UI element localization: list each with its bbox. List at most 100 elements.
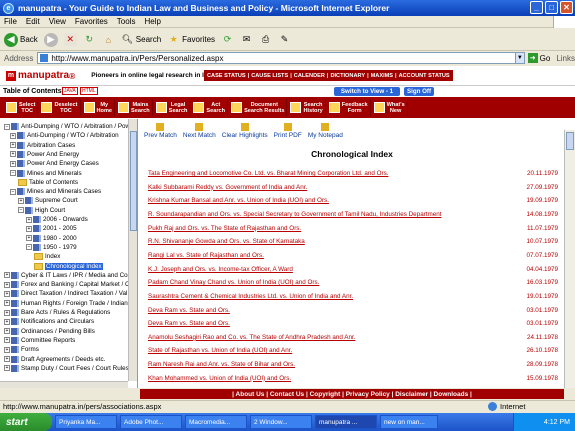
collapse-icon[interactable]: −	[4, 123, 10, 130]
expand-icon[interactable]: +	[4, 290, 10, 297]
tree-item[interactable]: + Notifications and Circulars	[4, 317, 94, 326]
expand-icon[interactable]: +	[4, 281, 10, 288]
topnav-calender[interactable]: CALENDER	[294, 73, 325, 79]
favorites-button[interactable]: ★ Favorites	[167, 33, 215, 46]
case-link[interactable]: Deva Ram vs. State and Ors.	[148, 307, 230, 314]
tree-item[interactable]: −1950 - 1979	[26, 243, 77, 252]
taskbar-button[interactable]: new on man...	[380, 415, 438, 429]
case-link[interactable]: Rangi Lal vs. State of Rajasthan and Ors…	[148, 252, 264, 259]
tree-item[interactable]: + Committee Reports	[4, 336, 75, 345]
collapse-icon[interactable]: −	[10, 170, 16, 176]
tree-item[interactable]: + Ordinances / Pending Bills	[4, 327, 95, 336]
tree-item[interactable]: +1980 - 2000	[26, 234, 77, 243]
tool-print-pdf[interactable]: Print PDF	[274, 123, 302, 139]
case-link[interactable]: Krishna Kumar Bansal and Anr. vs. Union …	[148, 197, 329, 204]
tool-prev-match[interactable]: Prev Match	[144, 123, 177, 139]
expand-icon[interactable]: +	[4, 272, 10, 279]
sign-off-button[interactable]: Sign Off	[404, 87, 434, 96]
menu-favorites[interactable]: Favorites	[75, 17, 108, 26]
nav-select-toc[interactable]: Select TOC	[4, 99, 39, 116]
case-link[interactable]: R. Soundarapandian and Ors. vs. Special …	[148, 211, 442, 218]
manupatra-logo[interactable]: m manupatra ®	[0, 70, 75, 81]
nav-mains-search[interactable]: Mains Search	[116, 99, 153, 116]
tree-item[interactable]: + Direct Taxation / Indirect Taxation / V…	[4, 289, 127, 298]
tree-item[interactable]: + Forms	[4, 345, 39, 354]
tree-item[interactable]: + Forex and Banking / Capital Market / Co	[4, 280, 133, 289]
taskbar-button[interactable]: manupatra ...	[315, 415, 377, 429]
close-button[interactable]: ✕	[560, 1, 573, 14]
site-footer[interactable]: | About Us | Contact Us | Copyright | Pr…	[140, 389, 564, 399]
address-input[interactable]: http://www.manupatra.in/Pers/Personalize…	[37, 52, 517, 64]
minimize-button[interactable]: _	[530, 1, 543, 14]
stop-icon[interactable]: ✕	[63, 33, 77, 46]
start-button[interactable]: start	[0, 413, 52, 431]
expand-icon[interactable]: +	[26, 235, 32, 242]
tree-item[interactable]: + Power And Energy Cases	[10, 159, 99, 168]
mail-icon[interactable]: ✉	[240, 33, 253, 46]
case-link[interactable]: R.N. Shivananje Gowda and Ors. vs. State…	[148, 238, 305, 245]
links-button[interactable]: Links	[556, 54, 575, 63]
tree-item[interactable]: + Cyber & IT Laws / IPR / Media and Com	[4, 271, 133, 280]
history-icon[interactable]: ⟳	[221, 33, 234, 46]
tree-item[interactable]: Table of Contents	[18, 178, 78, 187]
expand-icon[interactable]: +	[10, 132, 16, 139]
expand-icon[interactable]: +	[26, 225, 32, 232]
expand-icon[interactable]: +	[10, 151, 16, 158]
nav-feedback-form[interactable]: Feedback Form	[327, 99, 371, 116]
collapse-icon[interactable]: −	[10, 188, 16, 195]
case-link[interactable]: State of Rajasthan vs. Union of India (U…	[148, 347, 292, 354]
tree-item[interactable]: + Power And Energy	[10, 150, 79, 159]
tree-item[interactable]: Chronological Index	[34, 262, 103, 271]
expand-icon[interactable]: +	[4, 318, 10, 325]
address-dropdown-icon[interactable]: ▼	[515, 52, 525, 64]
expand-icon[interactable]: +	[4, 309, 10, 316]
case-link[interactable]: Saurashtra Cement & Chemical Industries …	[148, 293, 353, 300]
taskbar-button[interactable]: Macromedia...	[185, 415, 247, 429]
taskbar-button[interactable]: Adobe Phot...	[120, 415, 182, 429]
content-vertical-scrollbar[interactable]	[564, 130, 575, 388]
expand-icon[interactable]: +	[10, 142, 16, 149]
switch-view-button[interactable]: Switch to View - 1	[334, 87, 400, 96]
menu-edit[interactable]: Edit	[26, 17, 40, 26]
nav-legal-search[interactable]: Legal Search	[154, 99, 191, 116]
case-link[interactable]: Ram Naresh Rai and Anr. vs. State of Bih…	[148, 361, 295, 368]
nav-act-search[interactable]: Act Search	[191, 99, 229, 116]
topnav-account-status[interactable]: ACCOUNT STATUS	[399, 73, 450, 79]
case-link[interactable]: Kalki Subbarami Reddy vs. Government of …	[148, 184, 307, 191]
case-link[interactable]: Deva Ram vs. State and Ors.	[148, 320, 230, 327]
tree-vertical-scrollbar[interactable]	[128, 119, 137, 381]
tree-item[interactable]: − Mines and Minerals Cases	[10, 187, 101, 196]
nav-document-search-results[interactable]: Document Search Results	[229, 99, 288, 116]
edit-icon[interactable]: ✎	[278, 33, 291, 46]
expand-icon[interactable]: +	[4, 300, 10, 307]
tool-clear-highlights[interactable]: Clear Highlights	[222, 123, 268, 139]
tree-item[interactable]: − Anti-Dumping / WTO / Arbitration / Pow	[4, 122, 130, 131]
menu-file[interactable]: File	[4, 17, 17, 26]
collapse-icon[interactable]: −	[26, 244, 32, 251]
case-link[interactable]: Pukh Raj and Ors. vs. The State of Rajas…	[148, 225, 301, 232]
search-button[interactable]: 🔍︎ Search	[121, 33, 162, 46]
menu-help[interactable]: Help	[144, 17, 160, 26]
home-icon[interactable]: ⌂	[102, 33, 115, 46]
topnav-dictionary[interactable]: DICTIONARY	[330, 73, 365, 79]
tree-item[interactable]: + Arbitration Cases	[10, 141, 75, 150]
nav-deselect-toc[interactable]: Deselect TOC	[39, 99, 81, 116]
topnav-cause-lists[interactable]: CAUSE LISTS	[251, 73, 288, 79]
tree-item[interactable]: + Bare Acts / Rules & Regulations	[4, 308, 110, 317]
expand-icon[interactable]: +	[4, 337, 10, 344]
tree-item[interactable]: − High Court	[18, 206, 65, 215]
taskbar-button[interactable]: Priyanka Ma...	[55, 415, 117, 429]
case-link[interactable]: Khan Mohammed vs. Union of India (UOI) a…	[148, 375, 291, 382]
print-icon[interactable]: ⎙	[259, 33, 272, 46]
expand-icon[interactable]: +	[26, 216, 32, 223]
expand-icon[interactable]: +	[4, 328, 10, 335]
tool-next-match[interactable]: Next Match	[183, 123, 216, 139]
maximize-button[interactable]: □	[545, 1, 558, 14]
collapse-icon[interactable]: −	[18, 207, 24, 214]
case-link[interactable]: Anamolu Seshagiri Rao and Co. vs. The St…	[148, 334, 355, 341]
case-link[interactable]: Tata Engineering and Locomotive Co. Ltd.…	[148, 170, 388, 177]
go-button[interactable]: ➜ Go	[527, 53, 550, 63]
tree-item[interactable]: + Stamp Duty / Court Fees / Court Rules	[4, 364, 129, 373]
tree-item[interactable]: + Anti-Dumping / WTO / Arbitration	[10, 131, 119, 140]
nav-my-home[interactable]: My Home	[82, 99, 116, 116]
